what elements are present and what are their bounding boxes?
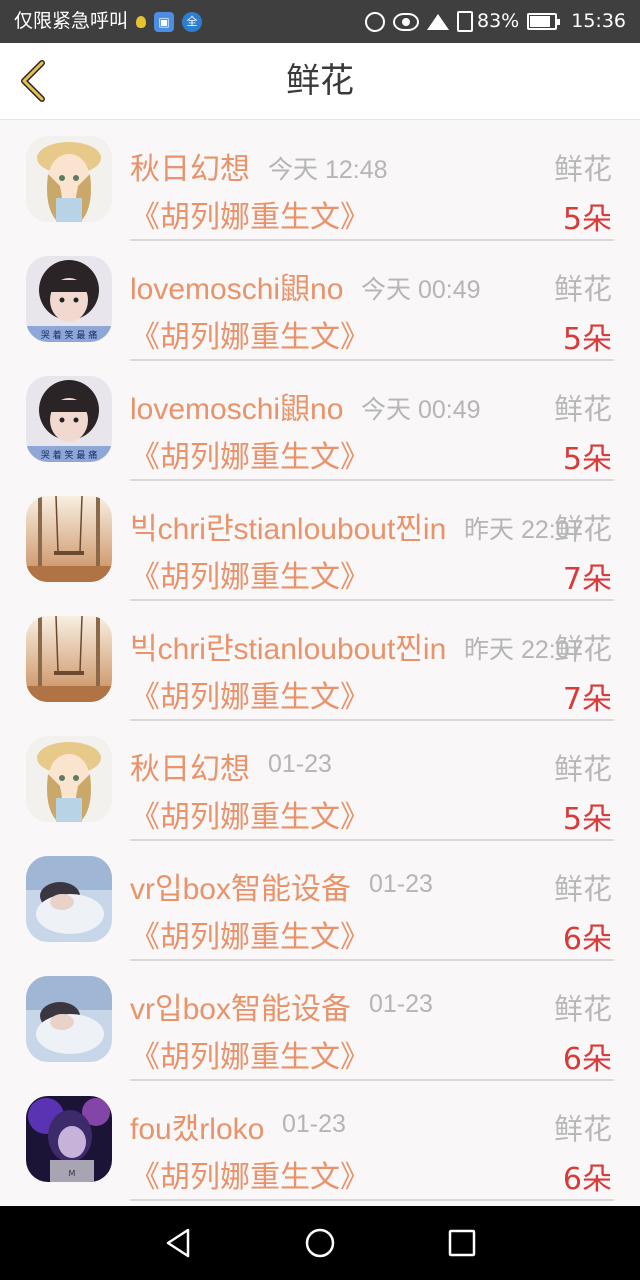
sender-name: 빅chri랸stianloubout찐in [130,633,447,666]
list-item[interactable]: 秋日幻想 01-23 鲜花《胡列娜重生文》 5朵 [0,728,640,848]
sim-icon [457,11,473,32]
sender-name: lovemoschi鼰no [130,273,344,306]
eye-icon [393,12,419,31]
nav-home-button[interactable] [303,1226,337,1260]
system-nav-bar [0,1206,640,1280]
sender-name: fou캤rloko [130,1113,265,1146]
sender-name: 秋日幻想 [130,153,250,186]
back-triangle-icon [166,1228,190,1258]
divider [130,1199,614,1201]
flower-count: 6朵 [562,1042,612,1077]
svg-text:M: M [69,1169,76,1178]
timestamp: 今天 00:49 [361,276,481,304]
home-circle-icon [305,1228,335,1258]
avatar[interactable]: M [26,1096,112,1182]
book-title[interactable]: 《胡列娜重生文》 [130,432,370,476]
list-item[interactable]: vr입box智能设备 01-23 鲜花《胡列娜重生文》 6朵 [0,968,640,1088]
quanmin-icon: 全 [182,11,203,32]
avatar[interactable] [26,616,112,702]
flower-count: 7朵 [562,562,612,597]
flower-count: 5朵 [562,322,612,357]
avatar[interactable]: 哭 着 笑 最 痛 [26,256,112,342]
gift-type: 鲜花 [553,992,612,1026]
timestamp: 今天 12:48 [268,156,388,184]
battery-icon [527,13,561,30]
status-bar: 仅限紧急呼叫 ▣ 全 83% 15:36 [0,0,640,43]
app-header: 鲜花 [0,43,640,120]
list-item[interactable]: 빅chri랸stianloubout찐in 昨天 22:07 鲜花 《胡列娜重生文》 7… [0,608,640,728]
list-item[interactable]: 哭 着 笑 最 痛 lovemoschi鼰no 今天 00:49 鲜花《胡列娜重生文》… [0,368,640,488]
list-item[interactable]: 빅chri랸stianloubout찐in 昨天 22:07 鲜花 《胡列娜重生文》 7… [0,488,640,608]
divider [130,599,614,601]
flower-record-list: 秋日幻想 今天 12:48 鲜花 《胡列娜重生文》 5朵哭 着 笑 最 痛 lovemos… [0,120,640,1206]
gift-type: 鲜花 [553,752,612,786]
svg-text:哭 着 笑 最 痛: 哭 着 笑 最 痛 [41,329,97,341]
book-title[interactable]: 《胡列娜重生文》 [130,912,370,956]
sender-name: 秋日幻想 [130,753,250,786]
avatar[interactable] [26,736,112,822]
divider [130,1079,614,1081]
gift-type: 鲜花 [553,1112,612,1146]
gift-type: 鲜花 [553,392,612,426]
app-icon: ▣ [154,11,175,32]
sender-name: lovemoschi鼰no [130,393,344,426]
avatar[interactable] [26,136,112,222]
divider [130,479,614,481]
book-title[interactable]: 《胡列娜重生文》 [130,1032,370,1076]
carrier-text: 仅限紧急呼叫 [14,10,129,32]
sync-icon [365,11,385,32]
avatar[interactable]: 哭 着 笑 最 痛 [26,376,112,462]
divider [130,719,614,721]
flower-count: 6朵 [562,922,612,957]
flower-count: 5朵 [562,442,612,477]
flower-count: 5朵 [562,802,612,837]
sender-name: 빅chri랸stianloubout찐in [130,513,447,546]
gift-type: 鲜花 [553,872,612,906]
svg-text:哭 着 笑 最 痛: 哭 着 笑 最 痛 [41,449,97,461]
list-item[interactable]: 哭 着 笑 最 痛 lovemoschi鼰no 今天 00:49 鲜花《胡列娜重生文》… [0,248,640,368]
bulb-icon [136,15,147,28]
sender-name: vr입box智能设备 [130,873,351,906]
list-item[interactable]: 秋日幻想 今天 12:48 鲜花《胡列娜重生文》 5朵 [0,128,640,248]
book-title[interactable]: 《胡列娜重生文》 [130,312,370,356]
timestamp: 01-23 [369,870,433,898]
flower-count: 5朵 [562,202,612,237]
divider [130,359,614,361]
list-item[interactable]: Mfou캤rloko 01-23 鲜花《胡列娜重生文》 6朵 [0,1088,640,1206]
gift-type: 鲜花 [553,512,612,546]
nav-back-button[interactable] [162,1226,196,1260]
sender-name: vr입box智能设备 [130,993,351,1026]
chevron-left-icon [21,60,45,102]
timestamp: 01-23 [268,750,332,778]
gift-type: 鲜花 [553,272,612,306]
book-title[interactable]: 《胡列娜重生文》 [130,792,370,836]
battery-percent: 83% [477,10,520,32]
gift-type: 鲜花 [553,152,612,186]
timestamp: 01-23 [282,1110,346,1138]
divider [130,239,614,241]
book-title[interactable]: 《胡列娜重生文》 [130,1152,370,1196]
timestamp: 01-23 [369,990,433,1018]
gift-type: 鲜花 [553,632,612,666]
book-title[interactable]: 《胡列娜重生文》 [130,672,370,716]
divider [130,959,614,961]
avatar[interactable] [26,976,112,1062]
back-button[interactable] [12,57,58,103]
recents-square-icon [448,1229,476,1257]
wifi-icon [427,13,449,30]
divider [130,839,614,841]
timestamp: 今天 00:49 [361,396,481,424]
clock: 15:36 [571,10,626,32]
flower-count: 7朵 [562,682,612,717]
list-item[interactable]: vr입box智能设备 01-23 鲜花《胡列娜重生文》 6朵 [0,848,640,968]
flower-count: 6朵 [562,1162,612,1197]
avatar[interactable] [26,496,112,582]
page-title: 鲜花 [286,61,354,101]
book-title[interactable]: 《胡列娜重生文》 [130,552,370,596]
avatar[interactable] [26,856,112,942]
nav-recents-button[interactable] [445,1226,479,1260]
book-title[interactable]: 《胡列娜重生文》 [130,192,370,236]
